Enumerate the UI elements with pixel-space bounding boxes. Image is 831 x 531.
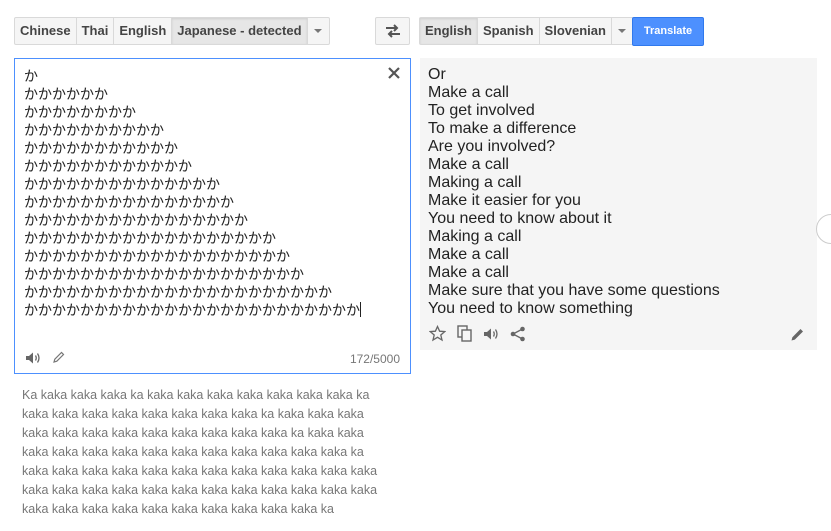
copy-icon[interactable] [457, 325, 472, 342]
source-line: かかかかかかかかかかかかかかかかかかかかかかかか [24, 302, 360, 318]
source-line: かかかかかかかかかかか [24, 140, 178, 156]
translation-line: To make a difference [428, 120, 577, 137]
translation-line: Make sure that you have some questions [428, 282, 720, 299]
source-line: かかかかかかかかかかかかかかかかかか [24, 230, 276, 246]
translation-line: Make a call [428, 246, 509, 263]
romanization-line: kaka kaka kaka kaka kaka kaka kaka kaka … [22, 407, 364, 421]
source-line: かかかかかか [24, 86, 108, 102]
source-line: かかかかかかかかかかかかかかか [24, 194, 234, 210]
source-line: かかかかかかかかかかかかかかかかかかかかかか [24, 284, 332, 300]
translation-text: Or Make a call To get involved To make a… [428, 66, 720, 318]
translation-line: Make it easier for you [428, 192, 581, 209]
source-line: かかかかかかかかかかかかかかかかかかか [24, 248, 290, 264]
romanization-line: Ka kaka kaka kaka ka kaka kaka kaka kaka… [22, 388, 370, 402]
share-icon[interactable] [510, 326, 526, 342]
romanization-line: kaka kaka kaka kaka kaka kaka kaka kaka … [22, 445, 364, 459]
romanization-line: kaka kaka kaka kaka kaka kaka kaka kaka … [22, 426, 364, 440]
source-lang-english[interactable]: English [114, 18, 173, 44]
translation-line: Making a call [428, 174, 522, 191]
chevron-down-icon [314, 29, 323, 33]
source-text-input[interactable]: か かかかかかか かかかかかかかか かかかかかかかかかか かかかかかかかかかかか… [14, 58, 411, 374]
translation-line: Or [428, 66, 446, 83]
source-line: かかかかかかかかかか [24, 122, 164, 138]
source-text: か かかかかかか かかかかかかかか かかかかかかかかかか かかかかかかかかかかか… [24, 67, 361, 319]
target-lang-spanish[interactable]: Spanish [478, 18, 540, 44]
source-line: かかかかかかかか [24, 104, 136, 120]
source-lang-thai[interactable]: Thai [77, 18, 115, 44]
speaker-icon[interactable] [483, 326, 499, 342]
pencil-icon[interactable] [52, 351, 65, 364]
source-line: かかかかかかかかかかかかかか [24, 176, 220, 192]
romanization-line: kaka kaka kaka kaka kaka kaka kaka kaka … [22, 502, 334, 516]
speaker-icon[interactable] [25, 351, 41, 365]
chevron-down-icon [618, 29, 627, 33]
character-count: 172/5000 [349, 352, 400, 366]
target-lang-slovenian[interactable]: Slovenian [540, 18, 612, 44]
close-icon[interactable] [387, 66, 401, 80]
swap-languages-icon [385, 24, 400, 38]
source-line: か [24, 68, 38, 84]
translation-line: Make a call [428, 264, 509, 281]
translation-line: Make a call [428, 84, 509, 101]
edge-toggle-button[interactable] [816, 214, 831, 244]
translation-line: Make a call [428, 156, 509, 173]
target-language-selector: English Spanish Slovenian [419, 17, 634, 45]
romanization-line: kaka kaka kaka kaka kaka kaka kaka kaka … [22, 464, 378, 478]
source-romanization: Ka kaka kaka kaka ka kaka kaka kaka kaka… [22, 386, 402, 519]
translation-line: To get involved [428, 102, 535, 119]
pencil-icon[interactable] [790, 327, 805, 342]
target-lang-english[interactable]: English [420, 18, 478, 44]
source-line-last: かかかかかかかかかかかかかかかかかかかかかかかか [24, 301, 361, 319]
source-line: かかかかかかかかかかかか [24, 158, 192, 174]
source-lang-japanese-detected[interactable]: Japanese - detected [172, 18, 308, 44]
translate-button[interactable]: Translate [632, 17, 704, 46]
translation-line: Making a call [428, 228, 522, 245]
translation-line: Are you involved? [428, 138, 556, 155]
source-line: かかかかかかかかかかかかかかかか [24, 212, 248, 228]
source-line: かかかかかかかかかかかかかかかかかかかか [24, 266, 304, 282]
romanization-line: kaka kaka kaka kaka kaka kaka kaka kaka … [22, 483, 378, 497]
translation-line: You need to know something [428, 300, 633, 317]
text-cursor [360, 302, 361, 317]
translation-result: Or Make a call To get involved To make a… [420, 58, 817, 350]
translation-line: You need to know about it [428, 210, 612, 227]
source-language-selector: Chinese Thai English Japanese - detected [14, 17, 330, 45]
swap-languages-button[interactable] [375, 17, 410, 45]
source-lang-dropdown[interactable] [308, 18, 329, 44]
star-icon[interactable] [429, 325, 446, 342]
target-lang-dropdown[interactable] [612, 18, 633, 44]
source-lang-chinese[interactable]: Chinese [15, 18, 77, 44]
